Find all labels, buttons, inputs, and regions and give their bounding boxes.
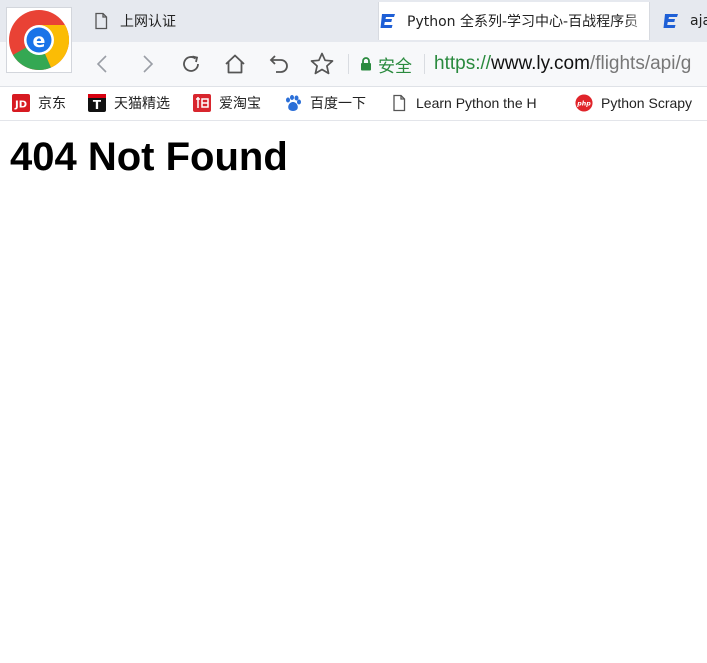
php-icon: php	[575, 94, 593, 112]
undo-icon	[269, 55, 288, 73]
baidu-paw-icon	[284, 94, 302, 112]
bookmarks-bar: JD 京东 T 天猫精选 爱淘宝 百度一下 Learn Python the H…	[0, 87, 707, 121]
bookmark-label: 天猫精选	[114, 95, 170, 111]
bookmark-label: 京东	[38, 95, 66, 111]
tab-title: aja	[690, 13, 707, 29]
bookmark-label: Learn Python the H	[416, 95, 537, 111]
url-host: www.ly.com	[491, 53, 590, 74]
url-scheme: https://	[434, 53, 492, 74]
reload-icon	[183, 55, 199, 72]
back-button[interactable]	[89, 50, 117, 78]
security-label: 安全	[378, 56, 412, 76]
forward-button[interactable]	[133, 50, 161, 78]
bookmark-python-scrapy[interactable]: php Python Scrapy	[575, 92, 692, 114]
undo-close-tab-button[interactable]	[265, 50, 293, 78]
chevron-left-icon	[96, 55, 107, 73]
address-bar[interactable]: 安全 https://www.ly.com/flights/api/g	[360, 48, 691, 80]
bookmark-taobao[interactable]: 爱淘宝	[193, 92, 261, 114]
svg-text:T: T	[93, 98, 102, 112]
chevron-right-icon	[143, 55, 154, 73]
tab-shangwang-renzheng[interactable]: 上网认证	[92, 2, 362, 40]
svg-text:php: php	[576, 101, 591, 108]
tab-title: 上网认证	[120, 14, 176, 30]
bookmark-star-button[interactable]	[308, 50, 336, 78]
bookmark-jd[interactable]: JD 京东	[12, 92, 66, 114]
home-icon	[225, 54, 245, 74]
jd-icon: JD	[12, 94, 30, 112]
bookmark-learn-python[interactable]: Learn Python the H	[390, 92, 537, 114]
navigation-toolbar: 安全 https://www.ly.com/flights/api/g	[0, 42, 707, 87]
svg-text:e: e	[33, 30, 46, 52]
bookmark-label: 百度一下	[310, 95, 366, 111]
svg-text:JD: JD	[14, 100, 27, 111]
lock-icon	[360, 57, 372, 71]
tab-aja[interactable]: aja	[662, 2, 707, 40]
bookmark-label: Python Scrapy	[601, 95, 693, 111]
document-icon	[92, 12, 110, 30]
reload-button[interactable]	[177, 50, 205, 78]
url-path: /flights/api/g	[589, 53, 692, 74]
taobao-icon	[193, 94, 211, 112]
site-logo-icon	[662, 12, 680, 30]
site-logo-icon	[379, 12, 397, 30]
document-icon	[390, 94, 408, 112]
bookmark-label: 爱淘宝	[219, 95, 261, 111]
home-button[interactable]	[221, 50, 249, 78]
error-heading: 404 Not Found	[10, 135, 288, 179]
bookmark-tmall[interactable]: T 天猫精选	[88, 92, 170, 114]
toolbar-divider	[348, 54, 349, 74]
tab-strip: 上网认证 Python 全系列-学习中心-百战程序员 aja	[0, 0, 707, 42]
page-content: 404 Not Found	[0, 121, 707, 663]
tmall-icon: T	[88, 94, 106, 112]
tab-fade	[627, 2, 649, 40]
browser-logo-icon[interactable]: e	[6, 7, 72, 73]
bookmark-baidu[interactable]: 百度一下	[284, 92, 366, 114]
address-divider	[424, 54, 425, 74]
star-icon	[310, 52, 334, 75]
tab-python-course[interactable]: Python 全系列-学习中心-百战程序员	[378, 2, 650, 40]
tab-title: Python 全系列-学习中心-百战程序员	[407, 14, 639, 30]
